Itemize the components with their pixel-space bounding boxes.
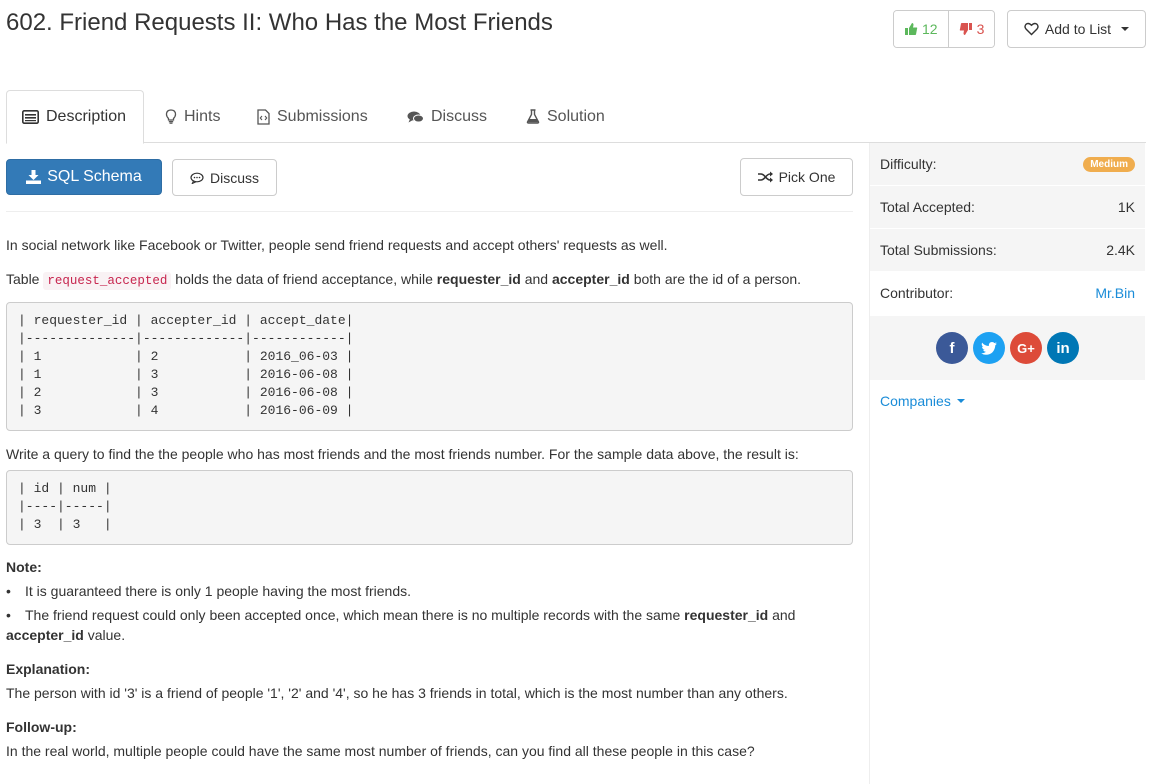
tab-solution[interactable]: Solution: [511, 90, 620, 143]
submissions-value: 2.4K: [1106, 242, 1135, 258]
social-share: f G+ in: [870, 316, 1145, 380]
page-title: 602. Friend Requests II: Who Has the Mos…: [6, 9, 553, 36]
accepted-row: Total Accepted: 1K: [870, 186, 1145, 229]
add-to-list-label: Add to List: [1044, 21, 1112, 37]
tab-submissions[interactable]: Submissions: [242, 90, 383, 143]
flask-icon: [526, 109, 540, 124]
facebook-icon[interactable]: f: [936, 332, 968, 364]
tab-description[interactable]: Description: [6, 90, 144, 144]
pick-one-label: Pick One: [778, 169, 836, 185]
pick-one-button[interactable]: Pick One: [740, 158, 853, 196]
followup-paragraph: In the real world, multiple people could…: [6, 743, 755, 759]
query-paragraph: Write a query to find the the people who…: [6, 446, 799, 462]
tab-hints-label: Hints: [184, 107, 221, 125]
explanation-heading: Explanation:: [6, 661, 91, 677]
table-sentence-middle: holds the data of friend acceptance, whi…: [175, 271, 433, 287]
difficulty-row: Difficulty: Medium: [870, 143, 1145, 186]
twitter-icon[interactable]: [973, 332, 1005, 364]
sql-schema-label: SQL Schema: [47, 168, 142, 185]
problem-tabs: Description Hints Submissions Discuss So…: [6, 90, 1146, 144]
explanation-paragraph: The person with id '3' is a friend of pe…: [6, 685, 788, 701]
downvote-button[interactable]: 3: [948, 11, 995, 47]
note-item: The friend request could only been accep…: [6, 605, 853, 645]
upvote-count: 12: [922, 21, 938, 37]
list-icon: [22, 110, 39, 124]
tab-solution-label: Solution: [547, 107, 605, 125]
followup-heading: Follow-up:: [6, 719, 77, 735]
note-item: It is guaranteed there is only 1 people …: [6, 581, 853, 601]
code-file-icon: [257, 108, 270, 125]
problem-sidebar: Difficulty: Medium Total Accepted: 1K To…: [869, 143, 1145, 784]
comment-icon: [190, 172, 204, 184]
tab-submissions-label: Submissions: [277, 107, 368, 125]
comments-icon: [407, 111, 424, 122]
lightbulb-icon: [165, 109, 177, 124]
heart-icon: [1024, 22, 1039, 36]
random-icon: [757, 171, 773, 183]
note2-accepter-id: accepter_id: [6, 627, 84, 643]
table-sentence-suffix: both are the id of a person.: [633, 271, 802, 287]
accepted-label: Total Accepted:: [880, 199, 975, 215]
requester-id-field: requester_id: [436, 271, 521, 287]
table-name-code: request_accepted: [43, 272, 172, 290]
note2-suffix: value.: [87, 627, 126, 643]
companies-dropdown[interactable]: Companies: [870, 380, 1145, 422]
submissions-row: Total Submissions: 2.4K: [870, 229, 1145, 272]
add-to-list-button[interactable]: Add to List: [1007, 10, 1146, 48]
contributor-label: Contributor:: [880, 285, 954, 301]
thumbs-down-icon: [959, 23, 972, 35]
twitter-bird-icon: [981, 341, 997, 355]
google-plus-glyph: G+: [1017, 340, 1035, 356]
sample-table-code: | requester_id | accepter_id | accept_da…: [6, 302, 853, 431]
download-icon: [26, 170, 42, 184]
toolbar-divider: [6, 211, 853, 212]
note2-requester-id: requester_id: [684, 607, 769, 623]
contributor-row: Contributor: Mr.Bin: [870, 272, 1145, 315]
upvote-button[interactable]: 12: [894, 11, 949, 47]
downvote-count: 3: [976, 21, 985, 37]
thumbs-up-icon: [905, 23, 918, 35]
linkedin-icon[interactable]: in: [1047, 332, 1079, 364]
difficulty-label: Difficulty:: [880, 156, 937, 172]
result-table-code: | id | num | |----|-----| | 3 | 3 |: [6, 470, 853, 545]
accepter-id-field: accepter_id: [551, 271, 630, 287]
table-sentence-prefix: Table: [6, 271, 40, 287]
facebook-glyph: f: [949, 339, 955, 357]
intro-paragraph: In social network like Facebook or Twitt…: [6, 237, 668, 253]
tab-discuss-label: Discuss: [431, 107, 488, 125]
note2-and: and: [772, 607, 796, 623]
note-heading: Note:: [6, 559, 42, 575]
vote-group: 12 3: [893, 10, 996, 48]
accepted-value: 1K: [1117, 199, 1135, 215]
sql-schema-button[interactable]: SQL Schema: [6, 159, 162, 195]
discuss-button[interactable]: Discuss: [172, 159, 277, 196]
table-paragraph: Table request_accepted holds the data of…: [6, 269, 853, 291]
tab-discuss[interactable]: Discuss: [392, 90, 502, 143]
contributor-link[interactable]: Mr.Bin: [1095, 285, 1135, 301]
companies-label: Companies: [880, 393, 951, 409]
linkedin-glyph: in: [1056, 339, 1070, 357]
note2-prefix: The friend request could only been accep…: [25, 607, 681, 623]
tab-hints[interactable]: Hints: [150, 90, 235, 143]
table-sentence-and: and: [524, 271, 549, 287]
discuss-label: Discuss: [209, 169, 259, 186]
notes-list: It is guaranteed there is only 1 people …: [6, 581, 853, 645]
submissions-label: Total Submissions:: [880, 242, 997, 258]
tab-description-label: Description: [46, 108, 127, 125]
chevron-down-icon: [1121, 27, 1130, 31]
problem-description: In social network like Facebook or Twitt…: [6, 235, 853, 775]
caret-down-icon: [956, 399, 965, 403]
google-plus-icon[interactable]: G+: [1010, 332, 1042, 364]
difficulty-badge: Medium: [1083, 156, 1135, 172]
